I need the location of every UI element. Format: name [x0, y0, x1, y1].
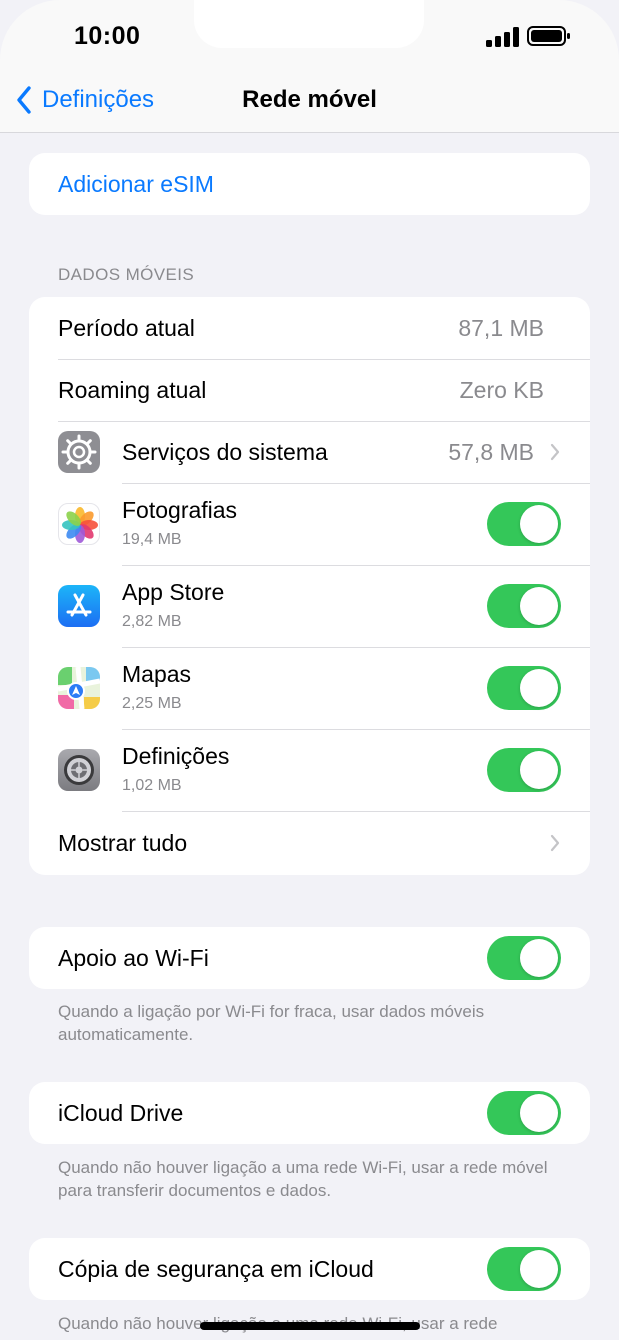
- mobile-data-header: DADOS MÓVEIS: [58, 265, 195, 284]
- toggle-knob: [520, 751, 558, 789]
- current-roaming-value: Zero KB: [459, 376, 544, 403]
- system-services-value: 57,8 MB: [448, 438, 534, 465]
- wifi-assist-card: Apoio ao Wi-Fi: [29, 927, 590, 989]
- toggle-knob: [520, 587, 558, 625]
- maps-icon: [58, 667, 100, 709]
- current-period-value: 87,1 MB: [458, 314, 544, 341]
- system-services-label: Serviços do sistema: [122, 438, 328, 465]
- current-roaming-row: Roaming atual Zero KB: [29, 359, 590, 421]
- show-all-label: Mostrar tudo: [58, 830, 188, 856]
- notch: [194, 0, 424, 48]
- icloud-backup-row: Cópia de segurança em iCloud: [29, 1238, 590, 1300]
- app-row-photos: Fotografias 19,4 MB: [29, 483, 590, 565]
- chevron-right-icon: [550, 834, 560, 852]
- icloud-backup-card: Cópia de segurança em iCloud: [29, 1238, 590, 1300]
- toggle-knob: [520, 505, 558, 543]
- settings-toggle[interactable]: [487, 748, 561, 792]
- app-row-app-store: App Store 2,82 MB: [29, 565, 590, 647]
- battery-icon: [527, 26, 570, 46]
- current-period-label: Período atual: [58, 314, 195, 341]
- page-title: Rede móvel: [242, 86, 377, 113]
- settings-icon: [58, 749, 100, 791]
- app-size: 19,4 MB: [122, 531, 182, 548]
- maps-toggle[interactable]: [487, 666, 561, 710]
- icloud-drive-card: iCloud Drive: [29, 1082, 590, 1144]
- add-esim-button[interactable]: Adicionar eSIM: [29, 153, 590, 215]
- cellular-signal-icon: [486, 27, 519, 47]
- icloud-backup-label: Cópia de segurança em iCloud: [58, 1255, 374, 1282]
- toggle-knob: [520, 939, 558, 977]
- app-size: 2,82 MB: [122, 613, 182, 630]
- app-name: Fotografias: [122, 497, 238, 523]
- wifi-assist-toggle[interactable]: [487, 936, 561, 980]
- wifi-assist-footer: Quando a ligação por Wi-Fi for fraca, us…: [58, 1002, 485, 1044]
- app-row-settings: Definições 1,02 MB: [29, 729, 590, 811]
- icloud-drive-toggle[interactable]: [487, 1091, 561, 1135]
- photos-icon: [58, 503, 100, 545]
- toggle-knob: [520, 669, 558, 707]
- show-all-row[interactable]: Mostrar tudo: [29, 811, 590, 875]
- app-name: App Store: [122, 579, 225, 605]
- status-time: 10:00: [74, 22, 141, 50]
- photos-toggle[interactable]: [487, 502, 561, 546]
- app-name: Mapas: [122, 661, 192, 687]
- esim-card: Adicionar eSIM: [29, 153, 590, 215]
- app-store-toggle[interactable]: [487, 584, 561, 628]
- screen: 10:00 Definições Rede móvel Adicionar eS…: [0, 0, 619, 1340]
- app-name: Definições: [122, 743, 230, 769]
- wifi-assist-row: Apoio ao Wi-Fi: [29, 927, 590, 989]
- add-esim-label: Adicionar eSIM: [58, 170, 214, 197]
- toggle-knob: [520, 1250, 558, 1288]
- toggle-knob: [520, 1094, 558, 1132]
- icloud-drive-label: iCloud Drive: [58, 1099, 184, 1126]
- current-roaming-label: Roaming atual: [58, 376, 207, 403]
- app-size: 2,25 MB: [122, 695, 182, 712]
- home-indicator[interactable]: [200, 1322, 420, 1330]
- icloud-drive-footer: Quando não houver ligação a uma rede Wi-…: [58, 1158, 548, 1200]
- mobile-data-card: Período atual 87,1 MB Roaming atual Zero…: [29, 297, 590, 875]
- app-store-icon: [58, 585, 100, 627]
- system-services-row[interactable]: Serviços do sistema 57,8 MB: [29, 421, 590, 483]
- icloud-drive-row: iCloud Drive: [29, 1082, 590, 1144]
- navigation-bar: 10:00 Definições Rede móvel: [0, 0, 619, 133]
- system-services-icon: [58, 431, 100, 473]
- icloud-backup-toggle[interactable]: [487, 1247, 561, 1291]
- wifi-assist-label: Apoio ao Wi-Fi: [58, 944, 209, 971]
- chevron-right-icon: [550, 443, 560, 461]
- app-row-maps: Mapas 2,25 MB: [29, 647, 590, 729]
- app-size: 1,02 MB: [122, 777, 182, 794]
- current-period-row: Período atual 87,1 MB: [29, 297, 590, 359]
